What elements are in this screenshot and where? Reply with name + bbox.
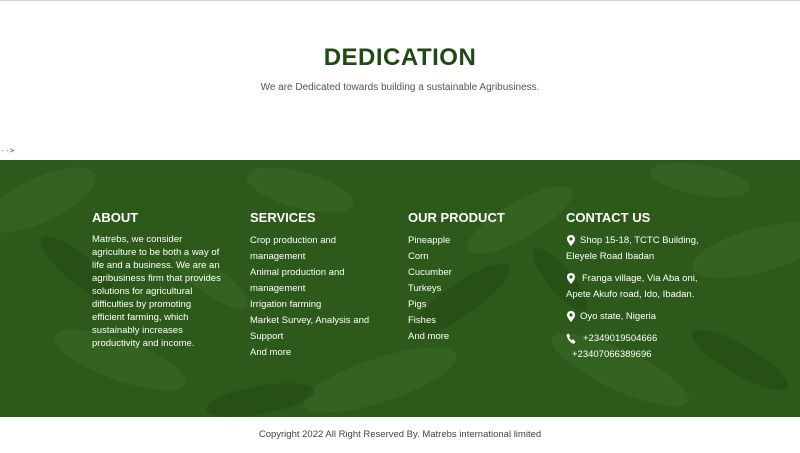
dedication-subtitle: We are Dedicated towards building a sust…: [260, 82, 540, 93]
copyright-text: Copyright 2022 All Right Reserved By. Ma…: [258, 429, 542, 440]
contact-address-2: Franga village, Via Aba oni, Apete Akufo…: [566, 271, 746, 303]
service-item[interactable]: And more: [250, 345, 390, 361]
stray-comment-text: -->: [0, 146, 15, 155]
service-item[interactable]: Irrigation farming: [250, 297, 390, 313]
contact-address-2-line2: Apete Akufo road, Ido, Ibadan.: [566, 289, 695, 300]
contact-address-1-line1: Shop 15-18, TCTC Building,: [580, 235, 699, 246]
service-item[interactable]: Market Survey, Analysis and Support: [250, 313, 390, 345]
contact-heading: CONTACT US: [566, 210, 651, 225]
services-heading: SERVICES: [250, 210, 316, 225]
product-item[interactable]: Fishes: [408, 313, 505, 329]
contact-address-1: Shop 15-18, TCTC Building, Eleyele Road …: [566, 233, 746, 265]
product-item[interactable]: Pineapple: [408, 233, 505, 249]
map-marker-icon: [566, 311, 576, 322]
service-item[interactable]: Crop production and management: [250, 233, 390, 265]
product-item[interactable]: Pigs: [408, 297, 505, 313]
services-column: SERVICES Crop production and management …: [250, 210, 390, 361]
products-column: OUR PRODUCT Pineapple Corn Cucumber Turk…: [408, 210, 505, 345]
products-list: Pineapple Corn Cucumber Turkeys Pigs Fis…: [408, 233, 505, 345]
dedication-title: DEDICATION: [323, 44, 477, 71]
product-item[interactable]: Corn: [408, 249, 505, 265]
contact-phone: +2349019504666 +23407066389696: [566, 331, 746, 363]
about-heading: ABOUT: [92, 210, 139, 225]
product-item[interactable]: Turkeys: [408, 281, 505, 297]
phone-icon: [566, 333, 576, 344]
contact-phone-2[interactable]: +23407066389696: [572, 347, 746, 363]
map-marker-icon: [566, 235, 576, 246]
product-item[interactable]: Cucumber: [408, 265, 505, 281]
contact-address-2-line1: Franga village, Via Aba oni,: [582, 273, 698, 284]
dedication-section: DEDICATION We are Dedicated towards buil…: [0, 0, 800, 160]
contact-state: Oyo state, Nigeria: [566, 309, 746, 325]
about-text: Matrebs, we consider agriculture to be b…: [92, 234, 221, 349]
contact-state-text: Oyo state, Nigeria: [580, 311, 657, 322]
services-list: Crop production and management Animal pr…: [250, 233, 390, 361]
contact-address-1-line2: Eleyele Road Ibadan: [566, 251, 655, 262]
contact-column: CONTACT US Shop 15-18, TCTC Building, El…: [566, 210, 746, 369]
site-footer: ABOUT Matrebs, we consider agriculture t…: [0, 160, 800, 417]
copyright-bar: Copyright 2022 All Right Reserved By. Ma…: [0, 417, 800, 453]
products-heading: OUR PRODUCT: [408, 210, 505, 225]
map-marker-icon: [566, 273, 576, 284]
service-item[interactable]: Animal production and management: [250, 265, 390, 297]
about-column: ABOUT Matrebs, we consider agriculture t…: [92, 210, 224, 350]
product-item[interactable]: And more: [408, 329, 505, 345]
contact-phone-1[interactable]: +2349019504666: [580, 331, 746, 347]
